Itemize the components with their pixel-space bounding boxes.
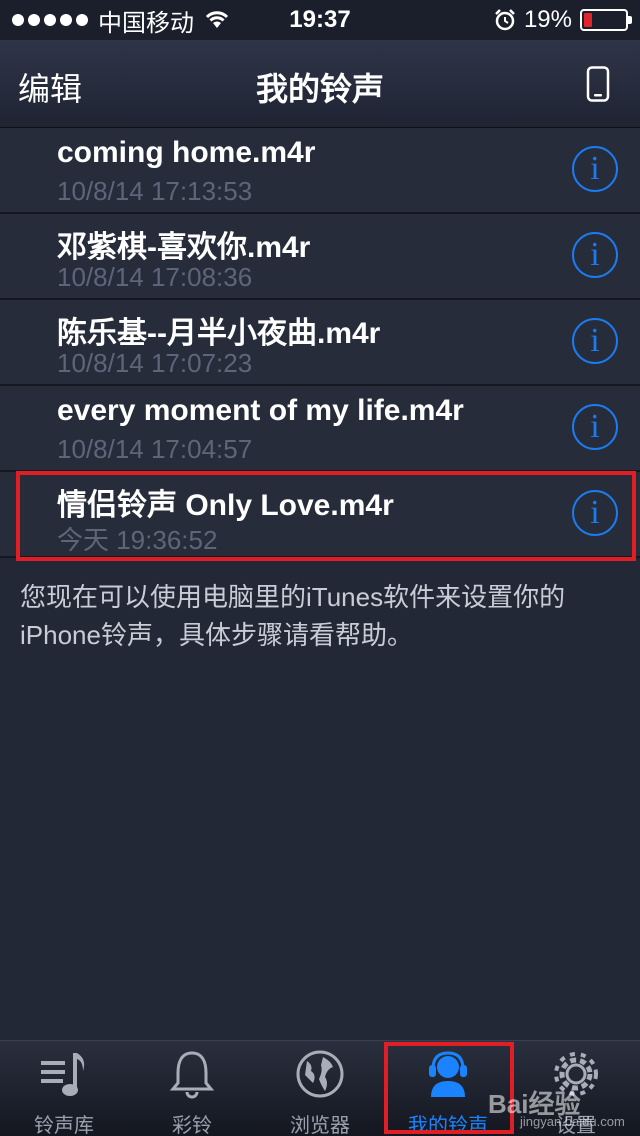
tab-bar: 铃声库 彩铃 浏览器 我的铃声 设置	[0, 1040, 640, 1136]
tab-label: 铃声库	[34, 1115, 94, 1136]
gear-icon	[554, 1052, 598, 1096]
page-title: 我的铃声	[255, 71, 384, 107]
info-icon[interactable]: i	[572, 490, 618, 536]
status-right: 19%	[494, 6, 632, 34]
tab-label: 彩铃	[172, 1115, 212, 1136]
ringtone-name: 情侣铃声 Only Love.m4r	[57, 489, 394, 522]
ringtone-row[interactable]: 陈乐基--月半小夜曲.m4r 10/8/14 17:07:23 i	[0, 300, 640, 386]
battery-icon	[580, 9, 632, 31]
phone-icon[interactable]	[586, 66, 610, 102]
ringtone-row[interactable]: every moment of my life.m4r 10/8/14 17:0…	[0, 386, 640, 472]
status-left: 中国移动	[12, 3, 230, 38]
ringtone-date: 10/8/14 17:04:57	[57, 434, 253, 464]
ringtone-name: 邓紫棋-喜欢你.m4r	[57, 231, 311, 264]
music-note-icon	[41, 1053, 85, 1096]
headphones-user-icon	[429, 1051, 467, 1097]
tab-browser[interactable]: 浏览器	[256, 1041, 384, 1136]
ringtone-row[interactable]: 情侣铃声 Only Love.m4r 今天 19:36:52 i	[0, 472, 640, 558]
tab-settings[interactable]: 设置	[512, 1041, 640, 1136]
wifi-icon	[205, 11, 229, 28]
globe-icon	[296, 1050, 344, 1098]
ringtone-list: coming home.m4r 10/8/14 17:13:53 i 邓紫棋-喜…	[0, 128, 640, 558]
tab-ringtone-library[interactable]: 铃声库	[0, 1041, 128, 1136]
tab-my-ringtones[interactable]: 我的铃声	[384, 1041, 512, 1136]
help-text: 您现在可以使用电脑里的iTunes软件来设置你的iPhone铃声，具体步骤请看帮…	[20, 582, 566, 650]
ringtone-name: coming home.m4r	[57, 136, 316, 169]
tab-label: 浏览器	[290, 1115, 350, 1136]
tab-label: 设置	[556, 1115, 596, 1136]
ringtone-date: 10/8/14 17:08:36	[57, 262, 253, 292]
ringtone-row[interactable]: 邓紫棋-喜欢你.m4r 10/8/14 17:08:36 i	[0, 214, 640, 300]
ringtone-name: 陈乐基--月半小夜曲.m4r	[57, 317, 381, 350]
battery-level-fill	[584, 13, 592, 27]
ringtone-date: 10/8/14 17:13:53	[57, 176, 253, 206]
status-bar: 中国移动 19:37 19%	[0, 0, 640, 40]
signal-strength-icon	[12, 14, 88, 26]
ringtone-date: 10/8/14 17:07:23	[57, 348, 253, 378]
info-icon[interactable]: i	[572, 318, 618, 364]
ringtone-name: every moment of my life.m4r	[57, 394, 464, 427]
info-icon[interactable]: i	[572, 146, 618, 192]
info-icon[interactable]: i	[572, 232, 618, 278]
info-icon[interactable]: i	[572, 404, 618, 450]
ringtone-date: 今天 19:36:52	[57, 525, 218, 555]
tab-label: 我的铃声	[408, 1115, 488, 1136]
battery-percent: 19%	[523, 6, 572, 33]
carrier-label: 中国移动	[98, 9, 194, 37]
ringtone-row[interactable]: coming home.m4r 10/8/14 17:13:53 i	[0, 128, 640, 214]
tab-color-ring[interactable]: 彩铃	[128, 1041, 256, 1136]
bell-icon	[169, 1051, 215, 1099]
navigation-bar: 编辑 我的铃声	[0, 40, 640, 128]
alarm-clock-icon	[495, 9, 515, 31]
